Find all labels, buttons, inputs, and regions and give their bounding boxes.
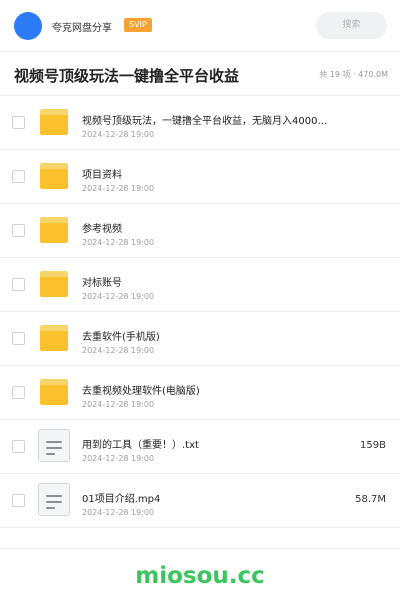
footer: miosou.cc <box>0 548 400 600</box>
list-item[interactable]: 项目资料 2024-12-28 19:00 <box>0 150 400 204</box>
file-list: 视频号顶级玩法，一键撸全平台收益，无脑月入4000… 2024-12-28 19:… <box>0 96 400 528</box>
watermark: miosou.cc <box>135 563 265 589</box>
select-checkbox[interactable] <box>12 332 25 345</box>
item-name: 去重软件(手机版) <box>82 332 160 343</box>
item-name: 01项目介绍.mp4 <box>82 494 161 505</box>
item-date: 2024-12-28 19:00 <box>82 400 155 409</box>
list-item[interactable]: 用到的工具（重要！）.txt 2024-12-28 19:00 159B <box>0 420 400 474</box>
svip-badge: SVIP <box>124 18 152 32</box>
select-checkbox[interactable] <box>12 494 25 507</box>
select-checkbox[interactable] <box>12 116 25 129</box>
item-date: 2024-12-28 19:00 <box>82 238 155 247</box>
list-item[interactable]: 视频号顶级玩法，一键撸全平台收益，无脑月入4000… 2024-12-28 19:… <box>0 96 400 150</box>
share-name: 夸克网盘分享 <box>52 23 112 34</box>
select-checkbox[interactable] <box>12 440 25 453</box>
item-date: 2024-12-28 19:00 <box>82 508 155 517</box>
item-date: 2024-12-28 19:00 <box>82 346 155 355</box>
item-date: 2024-12-28 19:00 <box>82 292 155 301</box>
item-name: 项目资料 <box>82 170 122 181</box>
search-input[interactable]: 搜索 <box>316 12 387 39</box>
folder-summary: 共 19 项 · 470.0M <box>319 70 388 79</box>
item-name: 视频号顶级玩法，一键撸全平台收益，无脑月入4000… <box>82 116 328 127</box>
item-date: 2024-12-28 19:00 <box>82 130 155 139</box>
select-checkbox[interactable] <box>12 224 25 237</box>
item-name: 对标账号 <box>82 278 122 289</box>
avatar[interactable] <box>14 12 42 40</box>
select-checkbox[interactable] <box>12 170 25 183</box>
document-icon <box>38 429 70 462</box>
folder-icon <box>40 109 68 135</box>
folder-header: 视频号顶级玩法一键撸全平台收益 共 19 项 · 470.0M <box>0 52 400 96</box>
select-checkbox[interactable] <box>12 278 25 291</box>
folder-icon <box>40 217 68 243</box>
folder-icon <box>40 325 68 351</box>
list-item[interactable]: 对标账号 2024-12-28 19:00 <box>0 258 400 312</box>
list-item[interactable]: 参考视频 2024-12-28 19:00 <box>0 204 400 258</box>
folder-icon <box>40 379 68 405</box>
item-name: 去重视频处理软件(电脑版) <box>82 386 200 397</box>
item-size: 159B <box>360 440 386 451</box>
select-checkbox[interactable] <box>12 386 25 399</box>
list-item[interactable]: 01项目介绍.mp4 2024-12-28 19:00 58.7M <box>0 474 400 528</box>
top-bar: 夸克网盘分享 SVIP 搜索 <box>0 0 400 52</box>
item-name: 用到的工具（重要！）.txt <box>82 440 199 451</box>
page-title: 视频号顶级玩法一键撸全平台收益 <box>14 67 240 85</box>
list-item[interactable]: 去重视频处理软件(电脑版) 2024-12-28 19:00 <box>0 366 400 420</box>
item-date: 2024-12-28 19:00 <box>82 454 155 463</box>
item-name: 参考视频 <box>82 224 122 235</box>
document-icon <box>38 483 70 516</box>
folder-icon <box>40 271 68 297</box>
folder-icon <box>40 163 68 189</box>
list-item[interactable]: 去重软件(手机版) 2024-12-28 19:00 <box>0 312 400 366</box>
item-date: 2024-12-28 19:00 <box>82 184 155 193</box>
item-size: 58.7M <box>355 494 386 505</box>
